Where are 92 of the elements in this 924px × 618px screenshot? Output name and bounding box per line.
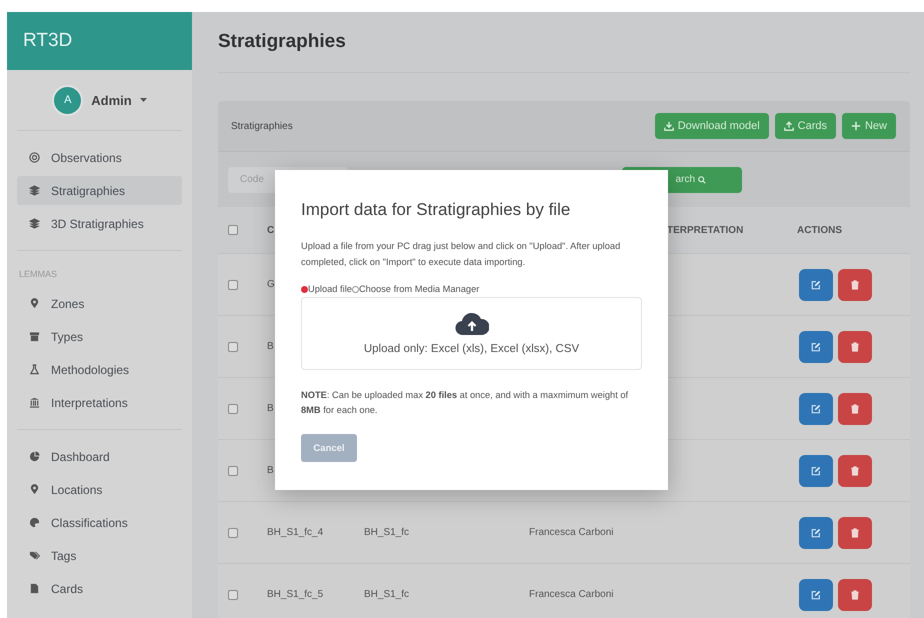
columns-icon xyxy=(29,397,40,408)
code-cell: BH_S1_fc_4 xyxy=(267,527,324,538)
plus-icon xyxy=(850,121,861,131)
dropzone[interactable]: Upload only: Excel (xls), Excel (xlsx), CSV xyxy=(301,297,642,370)
column-header: ACTIONS xyxy=(797,224,842,236)
target-icon xyxy=(29,152,40,163)
table-cell: BH_S1_fc xyxy=(364,589,410,600)
pencil-icon xyxy=(811,280,821,290)
trash-icon xyxy=(850,466,860,476)
section-label: LEMMAS xyxy=(18,268,58,281)
sidebar-item[interactable]: 3D Stratigraphies xyxy=(17,209,182,238)
edit-button[interactable] xyxy=(799,578,833,610)
pie-chart-icon xyxy=(29,451,40,462)
file-icon xyxy=(29,583,40,594)
dropzone-text: Upload only: Excel (xls), Excel (xlsx), CSV xyxy=(364,343,580,355)
user-avatar[interactable]: A xyxy=(52,84,84,116)
code-cell: BH_S1_fc_5 xyxy=(267,589,324,600)
tag-icon xyxy=(29,550,40,561)
sidebar-item[interactable]: Dashboard xyxy=(17,442,182,471)
modal-description: Upload a file from your PC drag just below and click on "Upload". After upload completed, click on "Import" to execute data importing. xyxy=(301,240,622,269)
delete-button[interactable] xyxy=(838,578,872,610)
edit-button[interactable] xyxy=(799,392,833,424)
trash-icon xyxy=(850,342,860,352)
table-cell: Francesca Carboni xyxy=(529,527,614,538)
code-cell: G xyxy=(267,279,275,290)
code-cell: B xyxy=(267,465,274,476)
sidebar-item[interactable]: Zones xyxy=(17,289,182,318)
sidebar-item[interactable]: Classifications xyxy=(17,508,182,537)
modal-title: Import data for Stratigraphies by file xyxy=(301,200,572,220)
checkbox[interactable] xyxy=(228,342,238,352)
radio-dot[interactable] xyxy=(352,286,359,292)
user-menu[interactable]: Admin xyxy=(91,92,132,108)
trash-icon xyxy=(850,528,860,538)
trash-icon xyxy=(850,404,860,414)
pencil-icon xyxy=(811,466,821,476)
checkbox[interactable] xyxy=(228,590,238,600)
pencil-icon xyxy=(811,342,821,352)
sidebar-item[interactable]: Methodologies xyxy=(17,355,182,384)
source-radio[interactable]: Choose from Media Manager xyxy=(352,284,480,294)
layers-icon xyxy=(29,218,40,229)
layers-icon xyxy=(29,185,40,196)
app-logo[interactable]: RT3D xyxy=(7,12,192,70)
sidebar-item[interactable]: Interpretations xyxy=(17,388,182,417)
note-text: NOTE: Can be uploaded max 20 files at once, and with a maxmimum weight of 8MB for each one. xyxy=(301,389,630,417)
pencil-icon xyxy=(811,590,821,600)
search-icon xyxy=(698,176,706,184)
pencil-icon xyxy=(811,404,821,414)
card-title: Stratigraphies xyxy=(231,120,294,132)
checkbox[interactable] xyxy=(228,225,238,235)
palette-icon xyxy=(29,517,40,528)
edit-button[interactable] xyxy=(799,454,833,486)
sidebar-item[interactable]: Locations xyxy=(17,475,182,504)
map-pin-icon xyxy=(29,484,40,495)
upload-icon xyxy=(784,121,794,131)
archive-icon xyxy=(29,331,40,342)
checkbox[interactable] xyxy=(228,404,238,414)
edit-button[interactable] xyxy=(799,268,833,300)
checkbox[interactable] xyxy=(228,528,238,538)
sidebar-item[interactable]: Tags xyxy=(17,541,182,570)
delete-button[interactable] xyxy=(838,516,872,548)
sidebar-item[interactable]: Cards xyxy=(17,574,182,603)
radio-dot[interactable] xyxy=(301,286,308,292)
delete-button[interactable] xyxy=(838,330,872,362)
trash-icon xyxy=(850,280,860,290)
sidebar-item[interactable]: Types xyxy=(17,322,182,351)
checkbox[interactable] xyxy=(228,280,238,290)
edit-button[interactable] xyxy=(799,516,833,548)
download-icon xyxy=(664,121,674,131)
page-title: Stratigraphies xyxy=(218,31,346,53)
map-pin-icon xyxy=(29,298,40,309)
trash-icon xyxy=(850,590,860,600)
table-cell: BH_S1_fc xyxy=(364,527,410,538)
caret-icon[interactable] xyxy=(140,98,147,102)
sidebar-item[interactable]: Stratigraphies xyxy=(17,176,182,205)
delete-button[interactable] xyxy=(838,392,872,424)
edit-button[interactable] xyxy=(799,330,833,362)
cloud-upload-icon xyxy=(454,312,488,336)
sidebar-item[interactable]: Observations xyxy=(17,143,182,172)
checkbox[interactable] xyxy=(228,466,238,476)
upload-button[interactable]: Cards xyxy=(774,113,836,139)
flask-icon xyxy=(29,364,40,375)
delete-button[interactable] xyxy=(838,268,872,300)
code-cell: B xyxy=(267,341,274,352)
source-radio[interactable]: Upload file xyxy=(301,284,352,294)
download-button[interactable]: Download model xyxy=(654,113,769,139)
column-header: TERPRETATION xyxy=(667,224,744,236)
pencil-icon xyxy=(811,528,821,538)
column-header: C xyxy=(267,224,274,236)
new-button[interactable]: New xyxy=(842,113,896,139)
code-cell: B xyxy=(267,403,274,414)
delete-button[interactable] xyxy=(838,454,872,486)
table-cell: Francesca Carboni xyxy=(529,589,614,600)
